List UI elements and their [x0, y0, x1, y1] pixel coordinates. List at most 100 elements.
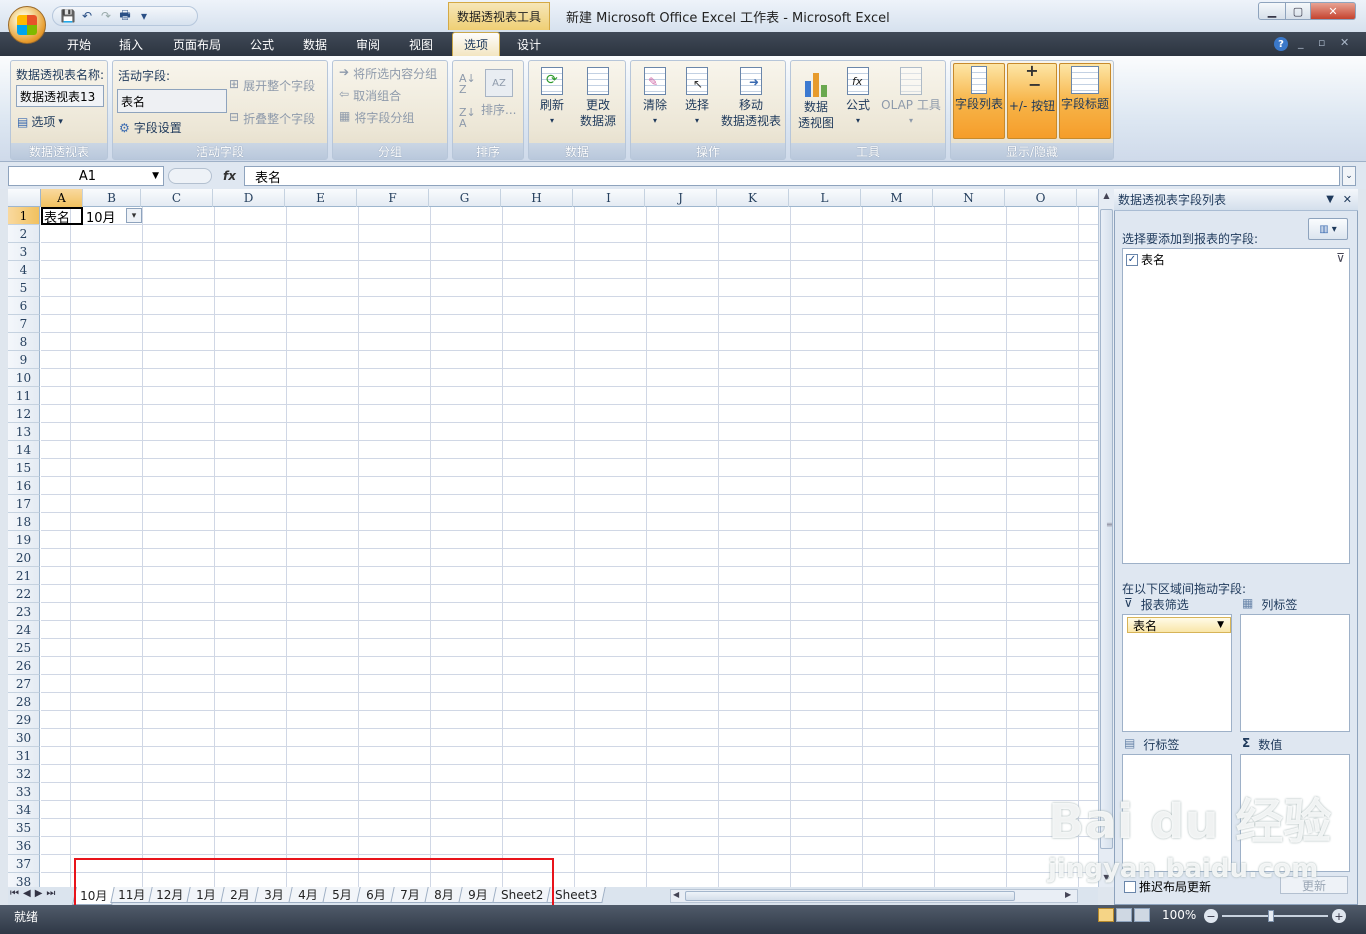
pivot-options-button[interactable]: ▤ 选项 ▾ [17, 113, 63, 130]
tab-data[interactable]: 数据 [294, 32, 336, 56]
defer-update-option[interactable]: 推迟布局更新 [1124, 878, 1211, 895]
active-field-input[interactable]: 表名 [117, 89, 227, 113]
save-icon[interactable]: 💾 [61, 9, 76, 23]
ungroup-button[interactable]: ⇦ 取消组合 [339, 87, 401, 104]
tab-home[interactable]: 开始 [58, 32, 100, 56]
collapse-field-button[interactable]: ⊟ 折叠整个字段 [229, 110, 315, 127]
column-header[interactable]: A [41, 189, 83, 207]
field-settings-button[interactable]: ⚙ 字段设置 [119, 119, 182, 136]
row-header[interactable]: 3 [8, 243, 40, 261]
expand-formula-bar-icon[interactable]: ⌄ [1342, 166, 1356, 186]
row-header[interactable]: 2 [8, 225, 40, 243]
ribbon-minimize-icon[interactable]: _ [1298, 36, 1304, 49]
column-header[interactable]: E [285, 189, 357, 207]
column-header[interactable]: B [83, 189, 141, 207]
column-header[interactable]: L [789, 189, 861, 207]
help-icon[interactable]: ? [1274, 37, 1288, 51]
zoom-in-icon[interactable]: + [1332, 909, 1346, 923]
field-item[interactable]: ✓ 表名 [1126, 251, 1165, 268]
vertical-scrollbar[interactable]: ▲ ▼ [1098, 189, 1114, 887]
row-header[interactable]: 37 [8, 855, 40, 873]
values-area[interactable] [1240, 754, 1350, 872]
ribbon-close-icon[interactable]: ✕ [1340, 36, 1349, 49]
row-header[interactable]: 10 [8, 369, 40, 387]
row-header[interactable]: 4 [8, 261, 40, 279]
scroll-up-icon[interactable]: ▲ [1100, 191, 1113, 205]
row-header[interactable]: 32 [8, 765, 40, 783]
clear-button[interactable]: ✎ 清除 ▾ [637, 65, 673, 129]
tab-formulas[interactable]: 公式 [240, 32, 284, 56]
row-header[interactable]: 22 [8, 585, 40, 603]
change-source-button[interactable]: 更改 数据源 [573, 65, 623, 129]
row-labels-area[interactable] [1122, 754, 1232, 872]
cell-a1[interactable]: 表名 [41, 207, 83, 226]
row-header[interactable]: 28 [8, 693, 40, 711]
undo-icon[interactable]: ↶ [80, 9, 94, 23]
row-header[interactable]: 38 [8, 873, 40, 887]
olap-tools-button[interactable]: OLAP 工具 ▾ [879, 65, 943, 129]
row-header[interactable]: 31 [8, 747, 40, 765]
row-header[interactable]: 5 [8, 279, 40, 297]
row-header[interactable]: 23 [8, 603, 40, 621]
ribbon-restore-icon[interactable]: ▫ [1318, 36, 1325, 49]
cell-b1[interactable]: 10月 ▾ [84, 207, 142, 226]
field-headers-button[interactable]: 字段标题 [1059, 63, 1111, 139]
row-header[interactable]: 9 [8, 351, 40, 369]
page-layout-view-icon[interactable] [1116, 908, 1132, 922]
page-break-view-icon[interactable] [1134, 908, 1150, 922]
row-header[interactable]: 7 [8, 315, 40, 333]
name-box[interactable]: A1 ▼ [8, 166, 164, 186]
cell-area[interactable]: 表名 10月 ▾ [41, 207, 1098, 887]
row-header[interactable]: 36 [8, 837, 40, 855]
row-header[interactable]: 6 [8, 297, 40, 315]
tab-insert[interactable]: 插入 [110, 32, 152, 56]
sort-dialog-button[interactable]: 排序... [481, 101, 516, 118]
pane-menu-icon[interactable]: ▼ [1326, 194, 1334, 205]
tab-design[interactable]: 设计 [508, 32, 550, 56]
pane-splitter-icon[interactable]: ≡ [1106, 520, 1113, 530]
formula-input[interactable]: 表名 [244, 166, 1340, 186]
row-header[interactable]: 12 [8, 405, 40, 423]
zoom-thumb[interactable] [1268, 910, 1274, 922]
row-header[interactable]: 35 [8, 819, 40, 837]
row-header[interactable]: 17 [8, 495, 40, 513]
scroll-down-icon[interactable]: ▼ [1100, 873, 1113, 885]
column-header[interactable]: G [429, 189, 501, 207]
row-header[interactable]: 14 [8, 441, 40, 459]
horizontal-scroll-thumb[interactable] [685, 891, 1015, 901]
row-header[interactable]: 8 [8, 333, 40, 351]
row-header[interactable]: 25 [8, 639, 40, 657]
formulas-button[interactable]: fx 公式 ▾ [841, 65, 875, 129]
row-header[interactable]: 13 [8, 423, 40, 441]
refresh-button[interactable]: ⟳ 刷新 ▾ [535, 65, 569, 129]
field-list-button[interactable]: 字段列表 [953, 63, 1005, 139]
tab-page-layout[interactable]: 页面布局 [166, 32, 228, 56]
group-selection-button[interactable]: ➔ 将所选内容分组 [339, 65, 437, 82]
column-header[interactable]: K [717, 189, 789, 207]
row-header[interactable]: 20 [8, 549, 40, 567]
formula-bar-toggle[interactable] [168, 168, 212, 184]
row-header[interactable]: 15 [8, 459, 40, 477]
zoom-slider[interactable]: − + [1204, 908, 1354, 924]
tab-review[interactable]: 审阅 [346, 32, 390, 56]
pane-layout-button[interactable]: ▥ ▾ [1308, 218, 1348, 240]
row-header[interactable]: 34 [8, 801, 40, 819]
column-header[interactable]: O [1005, 189, 1077, 207]
sheet-nav-icons[interactable]: ⏮◀▶⏭ [10, 888, 59, 899]
row-header[interactable]: 29 [8, 711, 40, 729]
column-header[interactable]: M [861, 189, 933, 207]
maximize-button[interactable]: ▢ [1285, 2, 1311, 20]
expand-field-button[interactable]: ⊞ 展开整个字段 [229, 77, 315, 94]
pane-close-icon[interactable]: ✕ [1343, 193, 1352, 206]
row-header[interactable]: 19 [8, 531, 40, 549]
office-button[interactable] [8, 6, 46, 44]
row-header[interactable]: 27 [8, 675, 40, 693]
pivot-name-input[interactable]: 数据透视表13 [16, 85, 104, 107]
filter-dropdown-icon[interactable]: ▾ [126, 208, 142, 223]
row-header[interactable]: 1 [8, 207, 40, 225]
row-header[interactable]: 11 [8, 387, 40, 405]
close-button[interactable]: ✕ [1310, 2, 1356, 20]
select-button[interactable]: ↖ 选择 ▾ [679, 65, 715, 129]
move-pivot-button[interactable]: ➜ 移动 数据透视表 [719, 65, 783, 129]
plus-minus-buttons-button[interactable]: + − +/- 按钮 [1007, 63, 1057, 139]
